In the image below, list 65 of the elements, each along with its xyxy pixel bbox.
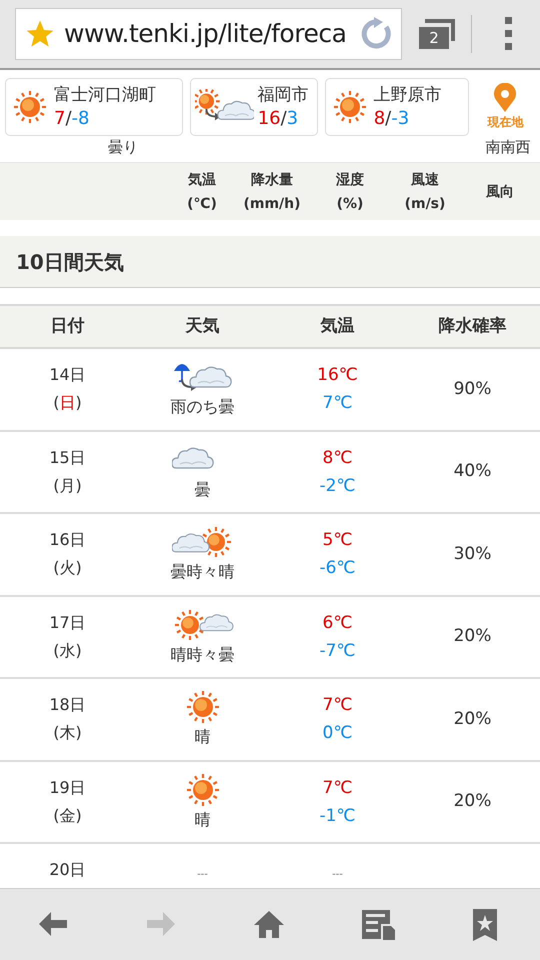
location-card[interactable]: 上野原市 8/-3: [324, 78, 469, 136]
temperature-range: 16/3: [258, 107, 300, 131]
precipitation-text: 40%: [452, 460, 492, 483]
date-text: 18日: [49, 694, 86, 716]
weather-text: 曇時々晴: [170, 561, 234, 584]
high-temperature: 7℃: [322, 694, 352, 718]
reader-icon[interactable]: [361, 908, 395, 942]
column-header: 風速 (m/s): [404, 170, 446, 214]
date-text: 19日: [49, 776, 86, 799]
column-header: 日付: [50, 314, 86, 338]
high-temperature: 6℃: [322, 612, 352, 635]
high-temperature: 16℃: [317, 364, 358, 388]
weekday-text: (日): [53, 392, 82, 414]
column-header: 気温 (℃): [186, 170, 218, 214]
date-text: 14日: [49, 364, 86, 386]
location-pin-icon: [493, 83, 518, 113]
column-header: 湿度 (%): [335, 170, 365, 214]
high-temperature: 8℃: [322, 446, 352, 470]
date-text: 20日: [48, 859, 87, 881]
precipitation-text: 20%: [452, 625, 492, 648]
column-header: 風向: [484, 182, 515, 202]
column-header: 降水量 (mm/h): [242, 170, 302, 214]
location-name: 福岡市: [258, 84, 309, 107]
high-temperature: 5℃: [322, 529, 352, 552]
url-text: www.tenki.jp/lite/foreca: [64, 18, 348, 50]
column-header: 気温: [319, 314, 356, 338]
weekday-text: (火): [53, 557, 82, 580]
high-temperature: 7℃: [322, 776, 352, 800]
section-title: 10日間天気: [16, 248, 124, 276]
low-temperature: 7℃: [322, 392, 352, 416]
precipitation-text: 20%: [452, 708, 492, 730]
column-header: 降水確率: [438, 314, 508, 338]
weather-text: 晴時々曇: [170, 644, 234, 666]
weekday-text: (水): [53, 640, 82, 662]
location-card[interactable]: 福岡市 16/3: [190, 78, 318, 136]
location-card[interactable]: 富士河口湖町 7/-8: [5, 78, 183, 136]
column-header: 天気: [184, 314, 220, 338]
low-temperature: 0℃: [322, 722, 352, 746]
location-name: 富士河口湖町: [54, 84, 156, 107]
date-text: 16日: [49, 529, 86, 552]
weekday-text: (木): [53, 722, 82, 744]
weekday-text: (金): [53, 804, 82, 827]
low-temperature: -7℃: [319, 640, 356, 663]
weekday-text: (月): [53, 474, 82, 497]
location-name: 上野原市: [374, 84, 442, 107]
weather-text: 曇: [194, 478, 210, 501]
temperature-text: ---: [331, 868, 344, 882]
menu-icon[interactable]: [504, 16, 514, 52]
url-field[interactable]: www.tenki.jp/lite/foreca: [15, 8, 402, 60]
low-temperature: -2℃: [319, 474, 356, 498]
temperature-range: 7/-8: [54, 107, 90, 131]
precipitation-text: 20%: [452, 790, 492, 813]
low-temperature: -6℃: [319, 557, 356, 580]
date-text: 15日: [49, 446, 86, 469]
low-temperature: -1℃: [319, 804, 356, 828]
weather-text: ---: [196, 868, 209, 882]
weather-text: 雨のち曇: [170, 396, 234, 418]
weather-text: 晴: [194, 808, 210, 831]
weather-text: 曇り: [107, 137, 139, 158]
temperature-range: 8/-3: [374, 107, 410, 131]
weather-text: 晴: [194, 726, 210, 748]
date-text: 17日: [49, 612, 86, 634]
precipitation-text: 30%: [452, 542, 492, 566]
wind-direction-text: 南南西: [484, 137, 532, 158]
precipitation-text: 90%: [452, 378, 492, 400]
